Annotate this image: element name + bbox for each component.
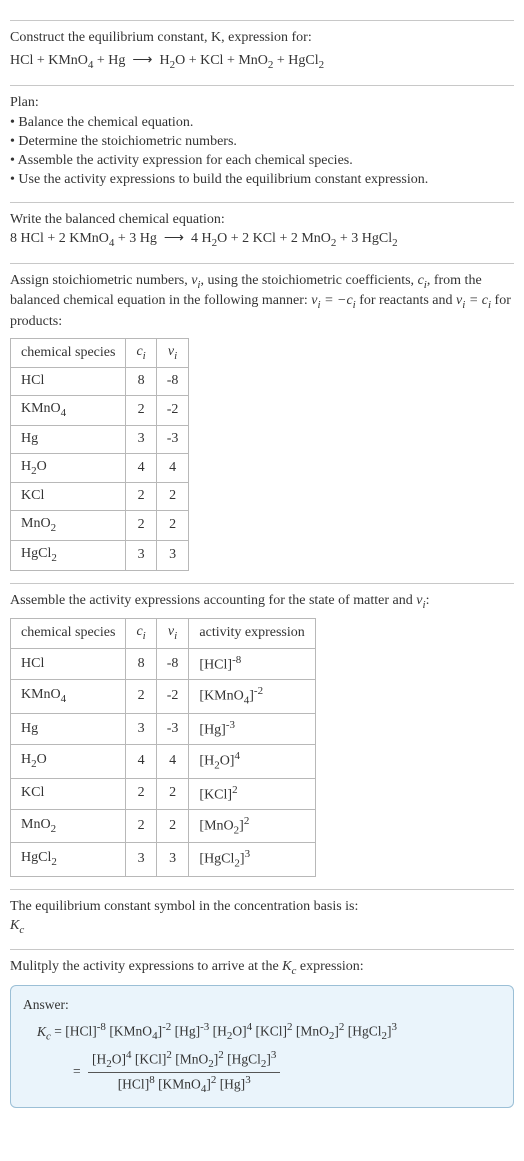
plan-item: Balance the chemical equation. [10, 114, 514, 133]
answer-label: Answer: [23, 996, 501, 1014]
symbol-section: The equilibrium constant symbol in the c… [10, 889, 514, 938]
plan-list: Balance the chemical equation. Determine… [10, 114, 514, 190]
kc-symbol: Kc [10, 917, 514, 938]
col-species: chemical species [11, 338, 126, 368]
fraction: [H2O]4 [KCl]2 [MnO2]2 [HgCl2]3 [HCl]8 [K… [88, 1048, 280, 1097]
balanced-title: Write the balanced chemical equation: [10, 211, 514, 230]
symbol-line1: The equilibrium constant symbol in the c… [10, 898, 514, 917]
header-section: Construct the equilibrium constant, K, e… [10, 20, 514, 73]
stoich-section: Assign stoichiometric numbers, νi, using… [10, 263, 514, 571]
table-row: H2O44 [11, 453, 189, 483]
plan-section: Plan: Balance the chemical equation. Det… [10, 85, 514, 190]
col-ci: ci [126, 338, 156, 368]
plan-item: Assemble the activity expression for eac… [10, 152, 514, 171]
plan-title: Plan: [10, 94, 514, 113]
table-row: KCl22 [11, 483, 189, 511]
activity-title: Assemble the activity expressions accoun… [10, 592, 514, 613]
col-ci: ci [126, 619, 156, 649]
table-row: HCl8-8[HCl]-8 [11, 648, 316, 680]
fraction-numerator: [H2O]4 [KCl]2 [MnO2]2 [HgCl2]3 [88, 1048, 280, 1073]
table-row: KMnO42-2 [11, 396, 189, 426]
unbalanced-equation: HCl + KMnO4 + Hg ⟶ H2O + KCl + MnO2 + Hg… [10, 52, 514, 73]
table-row: HgCl233[HgCl2]3 [11, 843, 316, 876]
kc-flat-expression: Kc = [HCl]-8 [KMnO4]-2 [Hg]-3 [H2O]4 [KC… [59, 1020, 501, 1044]
activity-section: Assemble the activity expressions accoun… [10, 583, 514, 877]
balanced-section: Write the balanced chemical equation: 8 … [10, 202, 514, 251]
stoich-title: Assign stoichiometric numbers, νi, using… [10, 272, 514, 332]
table-header-row: chemical species ci νi [11, 338, 189, 368]
plan-item: Determine the stoichiometric numbers. [10, 133, 514, 152]
table-row: MnO222[MnO2]2 [11, 810, 316, 843]
stoich-table: chemical species ci νi HCl8-8 KMnO42-2 H… [10, 338, 189, 571]
table-row: Hg3-3 [11, 425, 189, 453]
table-row: HCl8-8 [11, 368, 189, 396]
col-vi: νi [156, 619, 189, 649]
col-activity: activity expression [189, 619, 315, 649]
balanced-equation: 8 HCl + 2 KMnO4 + 3 Hg ⟶ 4 H2O + 2 KCl +… [10, 230, 514, 251]
prompt-line1: Construct the equilibrium constant, K, e… [10, 29, 514, 48]
fraction-denominator: [HCl]8 [KMnO4]2 [Hg]3 [88, 1073, 280, 1097]
kc-fraction-expression: = [H2O]4 [KCl]2 [MnO2]2 [HgCl2]3 [HCl]8 … [73, 1048, 501, 1097]
plan-item: Use the activity expressions to build th… [10, 171, 514, 190]
multiply-section: Mulitply the activity expressions to arr… [10, 949, 514, 1108]
table-header-row: chemical species ci νi activity expressi… [11, 619, 316, 649]
multiply-title: Mulitply the activity expressions to arr… [10, 958, 514, 979]
col-species: chemical species [11, 619, 126, 649]
activity-table: chemical species ci νi activity expressi… [10, 618, 316, 876]
table-row: KMnO42-2[KMnO4]-2 [11, 680, 316, 713]
table-row: H2O44[H2O]4 [11, 745, 316, 778]
table-row: MnO222 [11, 511, 189, 541]
table-row: HgCl233 [11, 540, 189, 570]
table-row: KCl22[KCl]2 [11, 778, 316, 810]
answer-box: Answer: Kc = [HCl]-8 [KMnO4]-2 [Hg]-3 [H… [10, 985, 514, 1108]
table-row: Hg3-3[Hg]-3 [11, 713, 316, 745]
col-vi: νi [156, 338, 189, 368]
